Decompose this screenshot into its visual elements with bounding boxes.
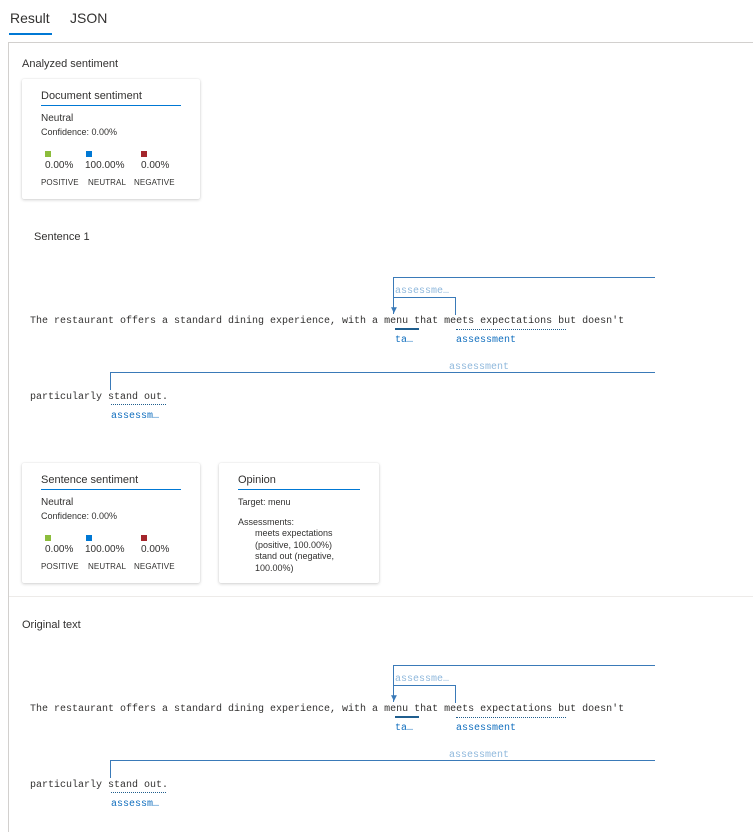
opinion-target: Target: menu — [238, 497, 291, 507]
assessment-underline-2 — [111, 792, 166, 793]
section-divider — [9, 596, 753, 597]
assessment-tag-2[interactable]: assessm… — [111, 411, 159, 422]
sentence-1-heading: Sentence 1 — [34, 231, 90, 243]
assessment-link-line — [393, 665, 655, 666]
opinion-assessment-list: meets expectations (positive, 100.00%) s… — [255, 528, 334, 574]
neutral-score: 100.00% — [85, 160, 125, 171]
arrow-down-icon: ▼ — [389, 693, 399, 704]
target-word-menu[interactable]: menu — [384, 316, 408, 327]
target-underline — [395, 716, 419, 718]
sentence-text: but doesn't — [552, 316, 625, 327]
opinion-assessment-line: 100.00%) — [255, 562, 294, 573]
assessment-link-line-2 — [110, 372, 655, 373]
negative-swatch — [141, 535, 147, 541]
target-link-drop — [455, 297, 456, 315]
target-tag[interactable]: ta… — [395, 723, 413, 734]
target-tag[interactable]: ta… — [395, 335, 413, 346]
positive-swatch — [45, 535, 51, 541]
assessment-link-drop-2 — [110, 372, 111, 390]
positive-caption: POSITIVE — [41, 178, 79, 187]
opinion-assessments-label: Assessments: — [238, 517, 295, 527]
assessment-link-line-2 — [110, 760, 655, 761]
sentence-text: but doesn't — [552, 704, 625, 715]
assessment-stand-out[interactable]: stand out — [108, 780, 162, 791]
arrow-down-icon: ▼ — [389, 305, 399, 316]
neutral-swatch — [86, 535, 92, 541]
assessment-link-drop-2 — [110, 760, 111, 778]
negative-caption: NEGATIVE — [134, 178, 175, 187]
document-sentiment-title: Document sentiment — [41, 90, 181, 106]
target-word-menu[interactable]: menu — [384, 704, 408, 715]
negative-caption: NEGATIVE — [134, 562, 175, 571]
sentence-sentiment-card: Sentence sentiment Neutral Confidence: 0… — [22, 463, 200, 583]
assessment-underline — [456, 329, 566, 330]
assessment-tag-top: assessme… — [395, 674, 450, 685]
target-underline — [395, 328, 419, 330]
document-sentiment-label: Neutral — [41, 113, 74, 124]
assessment-tag-top: assessme… — [395, 286, 450, 297]
original-line-2: particularly stand out. — [30, 780, 168, 791]
positive-caption: POSITIVE — [41, 562, 79, 571]
opinion-assessment-line: stand out (negative, — [255, 551, 335, 561]
target-link-drop — [455, 685, 456, 703]
document-sentiment-card: Document sentiment Neutral Confidence: 0… — [22, 79, 200, 199]
original-text-heading: Original text — [22, 619, 81, 631]
sentence-text: particularly — [30, 392, 109, 403]
assessment-tag[interactable]: assessment — [456, 335, 516, 346]
target-link-line — [393, 297, 455, 298]
neutral-score: 100.00% — [85, 544, 125, 555]
opinion-card: Opinion Target: menu Assessments: meets … — [219, 463, 379, 583]
analyzed-sentiment-heading: Analyzed sentiment — [22, 58, 118, 70]
opinion-title: Opinion — [238, 474, 360, 490]
assessment-underline — [456, 717, 566, 718]
sentence-line-2: particularly stand out. — [30, 392, 168, 403]
sentence-line-1: The restaurant offers a standard dining … — [30, 316, 624, 327]
active-tab-indicator — [9, 33, 52, 35]
tab-json[interactable]: JSON — [70, 10, 107, 26]
assessment-tag[interactable]: assessment — [456, 723, 516, 734]
assessment-stand-out[interactable]: stand out — [108, 392, 162, 403]
positive-swatch — [45, 151, 51, 157]
sentence-confidence: Confidence: 0.00% — [41, 511, 118, 521]
negative-score: 0.00% — [141, 544, 170, 555]
sentence-text: The restaurant offers a standard dining … — [30, 316, 385, 327]
tab-result[interactable]: Result — [10, 10, 50, 26]
sentence-text: . — [162, 780, 169, 791]
neutral-caption: NEUTRAL — [88, 562, 127, 571]
document-confidence: Confidence: 0.00% — [41, 127, 118, 137]
sentence-text: that — [408, 704, 445, 715]
opinion-assessment-line: (positive, 100.00%) — [255, 539, 333, 550]
assessment-meets-expectations[interactable]: meets expectations — [444, 704, 552, 715]
neutral-caption: NEUTRAL — [88, 178, 127, 187]
sentence-text: particularly — [30, 780, 109, 791]
sentence-text: The restaurant offers a standard dining … — [30, 704, 385, 715]
opinion-assessment-line: meets expectations — [255, 528, 333, 538]
sentence-sentiment-title: Sentence sentiment — [41, 474, 181, 490]
original-line-1: The restaurant offers a standard dining … — [30, 704, 624, 715]
positive-score: 0.00% — [45, 544, 74, 555]
neutral-swatch — [86, 151, 92, 157]
sentence-text: . — [162, 392, 169, 403]
assessment-underline-2 — [111, 404, 166, 405]
negative-swatch — [141, 151, 147, 157]
assessment-meets-expectations[interactable]: meets expectations — [444, 316, 552, 327]
assessment-tag-2[interactable]: assessm… — [111, 799, 159, 810]
assessment-link-line — [393, 277, 655, 278]
positive-score: 0.00% — [45, 160, 74, 171]
negative-score: 0.00% — [141, 160, 170, 171]
sentence-sentiment-label: Neutral — [41, 497, 74, 508]
target-link-line — [393, 685, 455, 686]
sentence-text: that — [408, 316, 445, 327]
